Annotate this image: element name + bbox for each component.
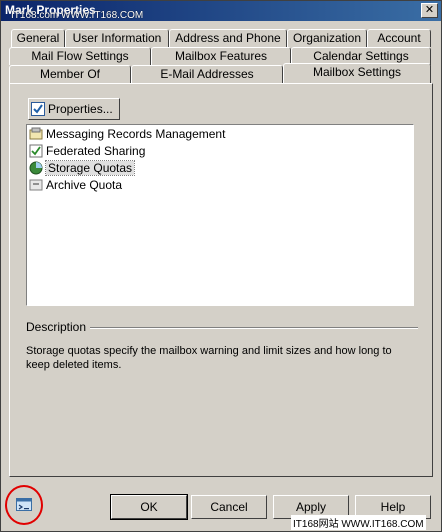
list-item-label: Federated Sharing	[46, 143, 146, 158]
tab-email-addresses[interactable]: E-Mail Addresses	[131, 65, 283, 83]
tab-account[interactable]: Account	[367, 29, 431, 47]
records-icon	[29, 127, 43, 139]
properties-dialog: Mark Properties IT168.com WWW.IT168.COM …	[0, 0, 442, 532]
properties-button[interactable]: Properties...	[28, 98, 120, 120]
list-item-messaging-records[interactable]: Messaging Records Management	[27, 125, 413, 142]
watermark-top: IT168.com WWW.IT168.COM	[11, 10, 144, 21]
tab-organization[interactable]: Organization	[287, 29, 367, 47]
list-item-storage-quotas[interactable]: Storage Quotas	[27, 159, 413, 176]
description-divider	[86, 327, 418, 329]
tab-mailbox-settings[interactable]: Mailbox Settings	[283, 63, 431, 83]
mailbox-settings-panel: Properties... Messaging Records Manageme…	[9, 83, 433, 477]
quota-icon	[29, 161, 43, 174]
properties-check-icon	[31, 102, 45, 116]
list-item-label: Storage Quotas	[44, 159, 136, 176]
ok-button[interactable]: OK	[110, 494, 188, 520]
tab-address-and-phone[interactable]: Address and Phone	[169, 29, 287, 47]
list-item-label: Messaging Records Management	[46, 126, 226, 141]
federated-icon	[29, 144, 43, 157]
watermark-bottom: IT168网站 WWW.IT168.COM	[291, 515, 426, 530]
description-heading: Description	[26, 320, 91, 334]
tab-user-information[interactable]: User Information	[65, 29, 169, 47]
tab-mailbox-features[interactable]: Mailbox Features	[151, 47, 291, 65]
list-item-label: Archive Quota	[46, 177, 123, 192]
archive-icon	[29, 179, 43, 190]
tab-general[interactable]: General	[11, 29, 65, 47]
command-log-icon[interactable]	[16, 497, 32, 513]
cancel-button[interactable]: Cancel	[191, 495, 267, 519]
tab-member-of[interactable]: Member Of	[9, 65, 131, 83]
close-icon: ✕	[424, 4, 435, 16]
title-bar[interactable]: Mark Properties IT168.com WWW.IT168.COM …	[1, 1, 441, 21]
description-group: Description Storage quotas specify the m…	[26, 320, 418, 372]
description-text: Storage quotas specify the mailbox warni…	[26, 345, 392, 371]
list-item-archive-quota[interactable]: Archive Quota	[27, 176, 413, 193]
list-item-federated-sharing[interactable]: Federated Sharing	[27, 142, 413, 159]
footer-icon-area	[5, 485, 45, 527]
tab-mail-flow-settings[interactable]: Mail Flow Settings	[9, 47, 151, 65]
properties-label: Properties...	[48, 102, 113, 116]
settings-list[interactable]: Messaging Records Management Federated S…	[26, 124, 414, 306]
close-button[interactable]: ✕	[421, 3, 438, 18]
